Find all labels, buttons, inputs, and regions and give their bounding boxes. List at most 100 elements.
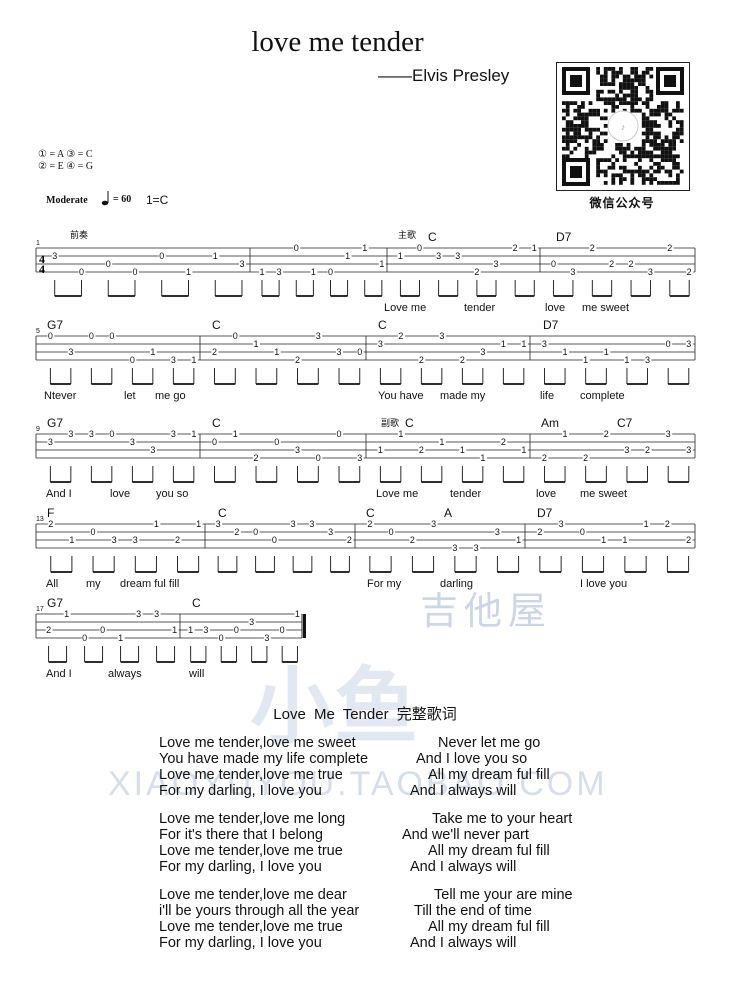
fret-number: 1 (521, 339, 526, 349)
fret-number: 2 (537, 527, 542, 537)
tab-lyric: made my (440, 390, 486, 402)
fret-number: 1 (583, 355, 588, 365)
fret-number: 3 (648, 267, 653, 277)
fret-number: 0 (100, 625, 105, 635)
tab-lyric: All (46, 578, 59, 590)
chord-name: D7 (537, 506, 553, 520)
fret-number: 1 (254, 339, 259, 349)
tab-lyric: let (124, 390, 136, 402)
final-bar-line (303, 614, 306, 638)
fret-number: 1 (213, 251, 218, 261)
fret-number: 3 (337, 347, 342, 357)
fret-number: 0 (219, 633, 224, 643)
fret-number: 3 (474, 543, 479, 553)
chord-name: C (366, 506, 375, 520)
fret-number: 3 (480, 347, 485, 357)
fret-number: 2 (629, 259, 634, 269)
fret-number: 3 (666, 429, 671, 439)
chord-name: F (47, 506, 55, 520)
fret-number: 1 (563, 429, 568, 439)
fret-number: 2 (609, 259, 614, 269)
chord-name: D7 (556, 230, 572, 244)
chord-name: C (428, 230, 437, 244)
lyric-line-right: All my dream ful fill (428, 919, 550, 935)
fret-number: 3 (436, 251, 441, 261)
fret-number: 3 (686, 445, 691, 455)
fret-number: 3 (216, 519, 221, 529)
tab-lyric: Love me (376, 488, 419, 500)
fret-number: 0 (109, 429, 114, 439)
fret-number: 1 (378, 445, 383, 455)
fret-number: 1 (622, 535, 627, 545)
fret-number: 1 (532, 243, 537, 253)
fret-number: 3 (264, 633, 269, 643)
fret-number: 3 (328, 527, 333, 537)
fret-number: 1 (69, 535, 74, 545)
fret-number: 3 (68, 429, 73, 439)
fret-number: 3 (171, 355, 176, 365)
fret-number: 0 (551, 259, 556, 269)
tab-lyric: me sweet (580, 488, 628, 500)
fret-number: 1 (460, 445, 465, 455)
measure-number: 9 (36, 426, 40, 433)
fret-number: 3 (378, 339, 383, 349)
lyric-line-left: For my darling, I love you (159, 935, 322, 951)
fret-number: 3 (357, 453, 362, 463)
tab-lyric: Love me (384, 302, 427, 314)
fret-number: 3 (277, 267, 282, 277)
chord-name: C (212, 318, 221, 332)
fret-number: 0 (417, 243, 422, 253)
tab-lyric: you so (156, 488, 189, 500)
fret-number: 1 (362, 243, 367, 253)
fret-number: 2 (419, 355, 424, 365)
tab-lyric: will (189, 668, 205, 680)
fret-number: 2 (667, 243, 672, 253)
fret-number: 2 (687, 267, 692, 277)
fret-number: 3 (495, 527, 500, 537)
lyrics-title: Love Me Tender 完整歌词 (273, 706, 457, 723)
fret-number: 0 (130, 355, 135, 365)
fret-number: 2 (48, 519, 53, 529)
fret-number: 3 (316, 331, 321, 341)
fret-number: 0 (357, 347, 362, 357)
fret-number: 0 (580, 527, 585, 537)
fret-number: 2 (645, 445, 650, 455)
fret-number: 1 (398, 429, 403, 439)
fret-number: 0 (212, 437, 217, 447)
fret-number: 3 (48, 437, 53, 447)
tab-lyric: tender (450, 488, 482, 500)
fret-number: 1 (480, 453, 485, 463)
chord-name: A (444, 506, 453, 520)
fret-number: 0 (106, 259, 111, 269)
lyric-line-left: Love me tender,love me dear (159, 887, 347, 903)
fret-number: 3 (542, 339, 547, 349)
fret-number: 1 (118, 633, 123, 643)
lyric-line-right: And I always will (410, 783, 517, 799)
fret-number: 1 (191, 429, 196, 439)
fret-number: 3 (52, 251, 57, 261)
fret-number: 3 (452, 543, 457, 553)
chord-name: G7 (47, 416, 64, 430)
section-label-chorus: 副歌 (381, 417, 399, 428)
fret-number: 1 (516, 535, 521, 545)
fret-number: 2 (590, 243, 595, 253)
fret-number: 3 (570, 267, 575, 277)
fret-number: 2 (604, 429, 609, 439)
lyric-line-left: For it's there that I belong (159, 827, 323, 843)
tab-lyric: love (545, 302, 566, 314)
fret-number: 3 (686, 339, 691, 349)
fret-number: 3 (133, 535, 138, 545)
fret-number: 3 (130, 437, 135, 447)
fret-number: 1 (644, 519, 649, 529)
fret-number: 0 (91, 527, 96, 537)
fret-number: 1 (439, 437, 444, 447)
fret-number: 1 (154, 519, 159, 529)
fret-number: 3 (624, 445, 629, 455)
lyric-line-left: Love me tender,love me true (159, 843, 343, 859)
tab-lyric: my (86, 578, 101, 590)
fret-number: 3 (431, 519, 436, 529)
fret-number: 2 (501, 437, 506, 447)
fret-number: 1 (64, 609, 69, 619)
tablature-score: 300001131 301 0111103 3232 10322 23221030 0013… (35, 229, 696, 663)
fret-number: 1 (172, 625, 177, 635)
